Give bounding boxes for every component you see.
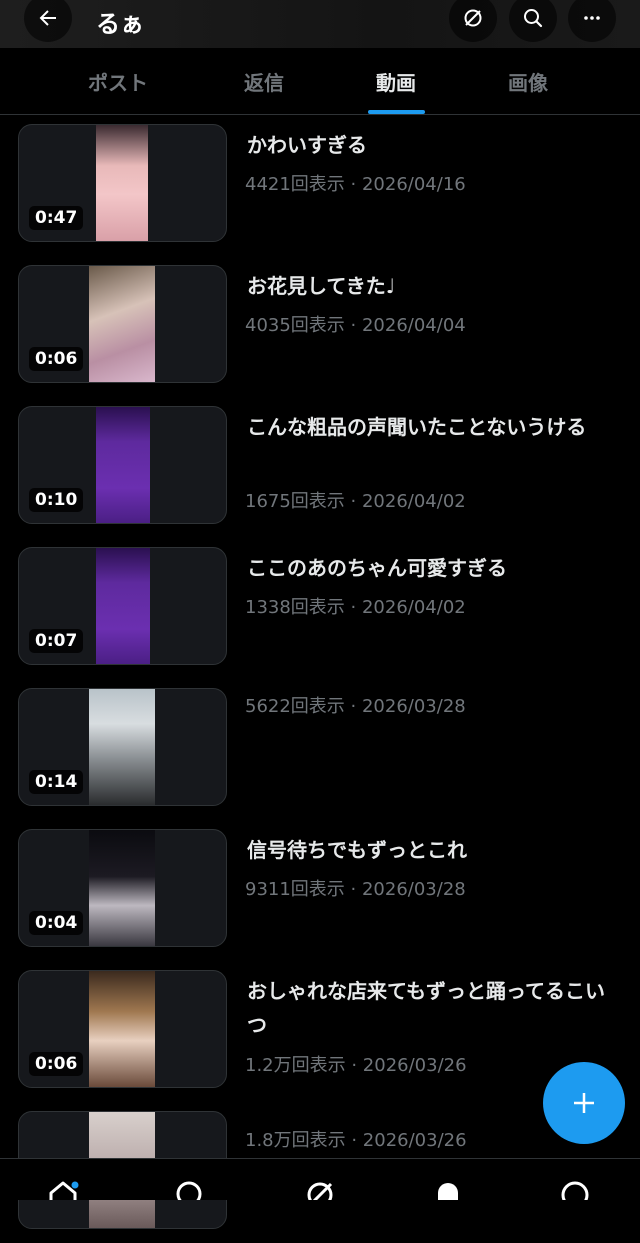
video-item[interactable]: 0:04 信号待ちでもずっとこれ 9311回表示 · 2026/03/28 [0, 820, 640, 961]
grok-icon [464, 9, 482, 27]
video-duration: 0:04 [29, 911, 84, 935]
video-title: おしゃれな店来てもずっと踊ってるこいつ [247, 979, 605, 1037]
compose-button[interactable] [543, 1062, 625, 1144]
video-meta: 5622回表示 · 2026/03/28 [245, 696, 466, 717]
tab-posts[interactable]: ポスト [52, 48, 184, 114]
thumbnail-image [96, 548, 150, 664]
video-meta: 1.2万回表示 · 2026/03/26 [245, 1055, 467, 1076]
video-meta: 9311回表示 · 2026/03/28 [245, 879, 466, 900]
tab-videos[interactable]: 動画 [330, 48, 462, 114]
active-tab-indicator [368, 110, 425, 114]
tab-label: ポスト [88, 70, 148, 95]
search-button[interactable] [509, 0, 557, 42]
video-title: お花見してきた♩ [247, 274, 396, 298]
notifications-icon[interactable] [432, 1179, 464, 1200]
search-icon[interactable] [174, 1179, 206, 1200]
video-item[interactable]: 0:07 ここのあのちゃん可愛すぎる 1338回表示 · 2026/04/02 [0, 538, 640, 679]
video-duration: 0:14 [29, 770, 84, 794]
video-duration: 0:06 [29, 347, 84, 371]
video-thumbnail[interactable]: 0:04 [18, 829, 227, 947]
thumbnail-image [89, 830, 155, 946]
back-button[interactable] [24, 0, 72, 42]
video-duration: 0:47 [29, 206, 84, 230]
plus-icon [574, 1093, 594, 1113]
video-item[interactable]: 0:06 おしゃれな店来てもずっと踊ってるこいつ 1.2万回表示 · 2026/… [0, 961, 640, 1102]
video-title: かわいすぎる [247, 133, 367, 157]
video-thumbnail[interactable]: 0:47 [18, 124, 227, 242]
top-bar: るぁ [0, 0, 640, 48]
video-duration: 0:06 [29, 1052, 84, 1076]
tab-images[interactable]: 画像 [462, 48, 594, 114]
thumbnail-image [89, 971, 155, 1087]
tab-replies[interactable]: 返信 [198, 48, 330, 114]
video-thumbnail[interactable]: 0:10 [18, 406, 227, 524]
video-meta: 4421回表示 · 2026/04/16 [245, 174, 466, 195]
grok-button[interactable] [449, 0, 497, 42]
video-item[interactable]: 0:06 お花見してきた♩ 4035回表示 · 2026/04/04 [0, 256, 640, 397]
video-thumbnail[interactable]: 0:14 [18, 688, 227, 806]
video-meta: 1.8万回表示 · 2026/03/26 [245, 1130, 467, 1151]
more-button[interactable] [568, 0, 616, 42]
video-meta: 1338回表示 · 2026/04/02 [245, 597, 466, 618]
thumbnail-image [89, 689, 155, 805]
thumbnail-image [89, 266, 155, 382]
grok-icon[interactable] [304, 1179, 336, 1200]
video-title: ここのあのちゃん可愛すぎる [247, 556, 507, 580]
video-duration: 0:07 [29, 629, 84, 653]
profile-name: るぁ [96, 10, 144, 38]
tab-label: 返信 [244, 70, 284, 95]
bottom-navigation [0, 1158, 640, 1200]
search-icon [524, 9, 543, 28]
video-thumbnail[interactable]: 0:06 [18, 265, 227, 383]
profile-tabs: ポスト 返信 動画 画像 [0, 48, 640, 115]
thumbnail-image [96, 407, 150, 523]
video-duration: 0:10 [29, 488, 84, 512]
video-meta: 4035回表示 · 2026/04/04 [245, 315, 466, 336]
thumbnail-image [96, 125, 148, 241]
arrow-left-icon [39, 10, 56, 26]
more-icon [584, 16, 600, 20]
messages-icon[interactable] [559, 1179, 591, 1200]
video-item[interactable]: 0:47 かわいすぎる 4421回表示 · 2026/04/16 [0, 115, 640, 256]
video-title: 信号待ちでもずっとこれ [247, 838, 467, 862]
video-thumbnail[interactable]: 0:07 [18, 547, 227, 665]
video-meta: 1675回表示 · 2026/04/02 [245, 491, 466, 512]
video-title: こんな粗品の声聞いたことないうける [247, 415, 587, 439]
tab-label: 動画 [376, 70, 416, 95]
video-thumbnail[interactable]: 0:06 [18, 970, 227, 1088]
video-item[interactable]: 0:10 こんな粗品の声聞いたことないうける 1675回表示 · 2026/04… [0, 397, 640, 538]
video-item[interactable]: 0:14 5622回表示 · 2026/03/28 [0, 679, 640, 820]
tab-label: 画像 [508, 70, 548, 95]
home-icon[interactable] [47, 1179, 79, 1200]
